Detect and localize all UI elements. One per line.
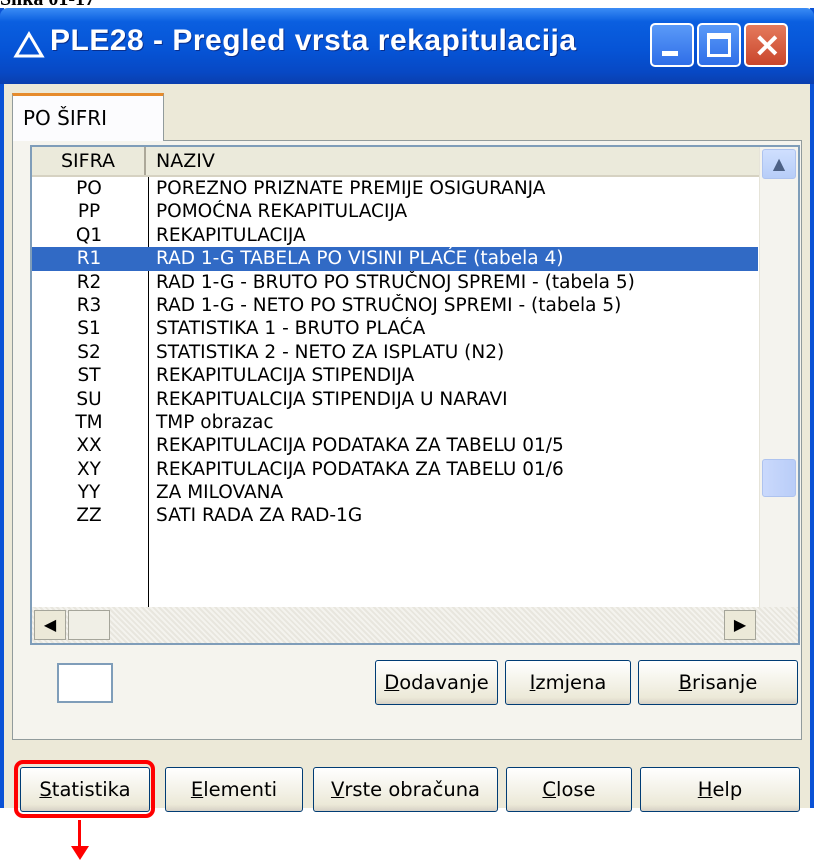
cell-code: YY (77, 482, 101, 504)
close-window-button[interactable]: × (744, 23, 788, 67)
table-row[interactable]: R3 RAD 1-G - NETO PO STRUČNOJ SPREMI - (t… (32, 294, 758, 317)
maximize-button[interactable] (697, 23, 741, 67)
delete-button[interactable]: Brisanje (638, 660, 798, 705)
recap-list[interactable]: SIFRA NAZIV PO POREZNO PRIZNATE PREMIJE O… (30, 145, 800, 645)
cell-code: XX (76, 435, 102, 457)
table-row[interactable]: TM TMP obrazac (32, 411, 758, 434)
app-triangle-icon (13, 31, 45, 58)
table-row[interactable]: YY ZA MILOVANA (32, 481, 758, 504)
list-header: SIFRA NAZIV (32, 147, 762, 177)
scroll-left-icon[interactable]: ◀ (34, 610, 66, 640)
cell-name: REKAPITULACIJA PODATAKA ZA TABELU 01/6 (156, 458, 564, 480)
cell-code: R2 (76, 271, 102, 293)
highlight-box (14, 760, 155, 818)
column-header-code[interactable]: SIFRA (32, 147, 146, 175)
cell-name: TMP obrazac (156, 411, 274, 433)
close-icon: × (753, 25, 782, 65)
elements-button[interactable]: Elementi (165, 767, 303, 812)
table-row[interactable]: S1 STATISTIKA 1 - BRUTO PLAĆA (32, 317, 758, 340)
table-row[interactable]: R2 RAD 1-G - BRUTO PO STRUČNOJ SPREMI - (… (32, 271, 758, 294)
search-input[interactable] (57, 663, 113, 703)
table-row[interactable]: ST REKAPITULACIJA STIPENDIJA (32, 364, 758, 387)
cell-name: REKAPITULACIJA PODATAKA ZA TABELU 01/5 (156, 435, 564, 457)
edit-button[interactable]: Izmjena (505, 660, 631, 705)
minimize-button[interactable] (650, 23, 694, 67)
cell-name: ZA MILOVANA (156, 482, 284, 504)
cell-code: ST (77, 365, 101, 387)
tab-po-sifri[interactable]: PO ŠIFRI (12, 93, 164, 141)
cell-name: RAD 1-G - BRUTO PO STRUČNOJ SPREMI - (ta… (156, 271, 635, 293)
cell-code: PP (77, 201, 101, 223)
table-row[interactable]: R1 RAD 1-G TABELA PO VISINI PLAĆE (tabela… (32, 247, 758, 271)
scroll-right-icon[interactable]: ▶ (724, 610, 756, 640)
cell-name: POMOĆNA REKAPITULACIJA (156, 201, 408, 223)
title-bar[interactable]: PLE28 - Pregled vrsta rekapitulacija × (0, 8, 814, 84)
cell-code: TM (75, 411, 103, 433)
table-row[interactable]: S2 STATISTIKA 2 - NETO ZA ISPLATU (N2) (32, 341, 758, 364)
cell-code: S1 (77, 318, 101, 340)
horizontal-scroll-thumb[interactable] (68, 610, 110, 640)
cell-name: RAD 1-G TABELA PO VISINI PLAĆE (tabela 4… (156, 248, 564, 270)
horizontal-scrollbar[interactable]: ◀ ▶ (32, 607, 798, 643)
list-rows: PO POREZNO PRIZNATE PREMIJE OSIGURANJA PP P… (32, 177, 758, 528)
cell-name: STATISTIKA 2 - NETO ZA ISPLATU (N2) (156, 341, 505, 363)
add-button[interactable]: Dodavanje (375, 660, 498, 705)
cell-code: R3 (76, 294, 102, 316)
maximize-icon (707, 33, 731, 57)
table-row[interactable]: PO POREZNO PRIZNATE PREMIJE OSIGURANJA (32, 177, 758, 200)
vertical-scrollbar[interactable]: ▲ ▼ (759, 147, 798, 639)
cell-code: PO (76, 178, 102, 199)
help-button[interactable]: Help (640, 767, 800, 812)
column-header-name[interactable]: NAZIV (156, 147, 215, 175)
cell-name: POREZNO PRIZNATE PREMIJE OSIGURANJA (156, 178, 546, 199)
cell-code: SU (76, 388, 102, 410)
arrow-head-icon (71, 846, 89, 860)
cell-code: S2 (77, 341, 101, 363)
cell-code: Q1 (75, 224, 103, 246)
cell-name: REKAPITUALCIJA STIPENDIJA U NARAVI (156, 388, 508, 410)
table-row[interactable]: ZZ SATI RADA ZA RAD-1G (32, 504, 758, 527)
cell-code: ZZ (76, 505, 102, 527)
calculation-types-button[interactable]: Vrste obračuna (313, 767, 498, 812)
cell-code: R1 (76, 248, 102, 270)
table-row[interactable]: XX REKAPITULACIJA PODATAKA ZA TABELU 01/5 (32, 434, 758, 457)
close-button[interactable]: Close (506, 767, 632, 812)
scroll-up-icon[interactable]: ▲ (762, 149, 796, 179)
cell-name: STATISTIKA 1 - BRUTO PLAĆA (156, 318, 426, 340)
cell-name: REKAPITULACIJA STIPENDIJA (156, 365, 415, 387)
cell-name: RAD 1-G - NETO PO STRUČNOJ SPREMI - (tab… (156, 294, 622, 316)
table-row[interactable]: Q1 REKAPITULACIJA (32, 224, 758, 247)
cell-name: REKAPITULACIJA (156, 224, 306, 246)
table-row[interactable]: SU REKAPITUALCIJA STIPENDIJA U NARAVI (32, 388, 758, 411)
minimize-icon (662, 51, 678, 56)
cell-code: XY (77, 458, 101, 480)
vertical-scroll-thumb[interactable] (762, 459, 796, 497)
table-row[interactable]: PP POMOĆNA REKAPITULACIJA (32, 200, 758, 223)
table-row[interactable]: XY REKAPITULACIJA PODATAKA ZA TABELU 01/6 (32, 458, 758, 481)
window-title: PLE28 - Pregled vrsta rekapitulacija (50, 24, 577, 57)
cell-name: SATI RADA ZA RAD-1G (156, 505, 363, 527)
